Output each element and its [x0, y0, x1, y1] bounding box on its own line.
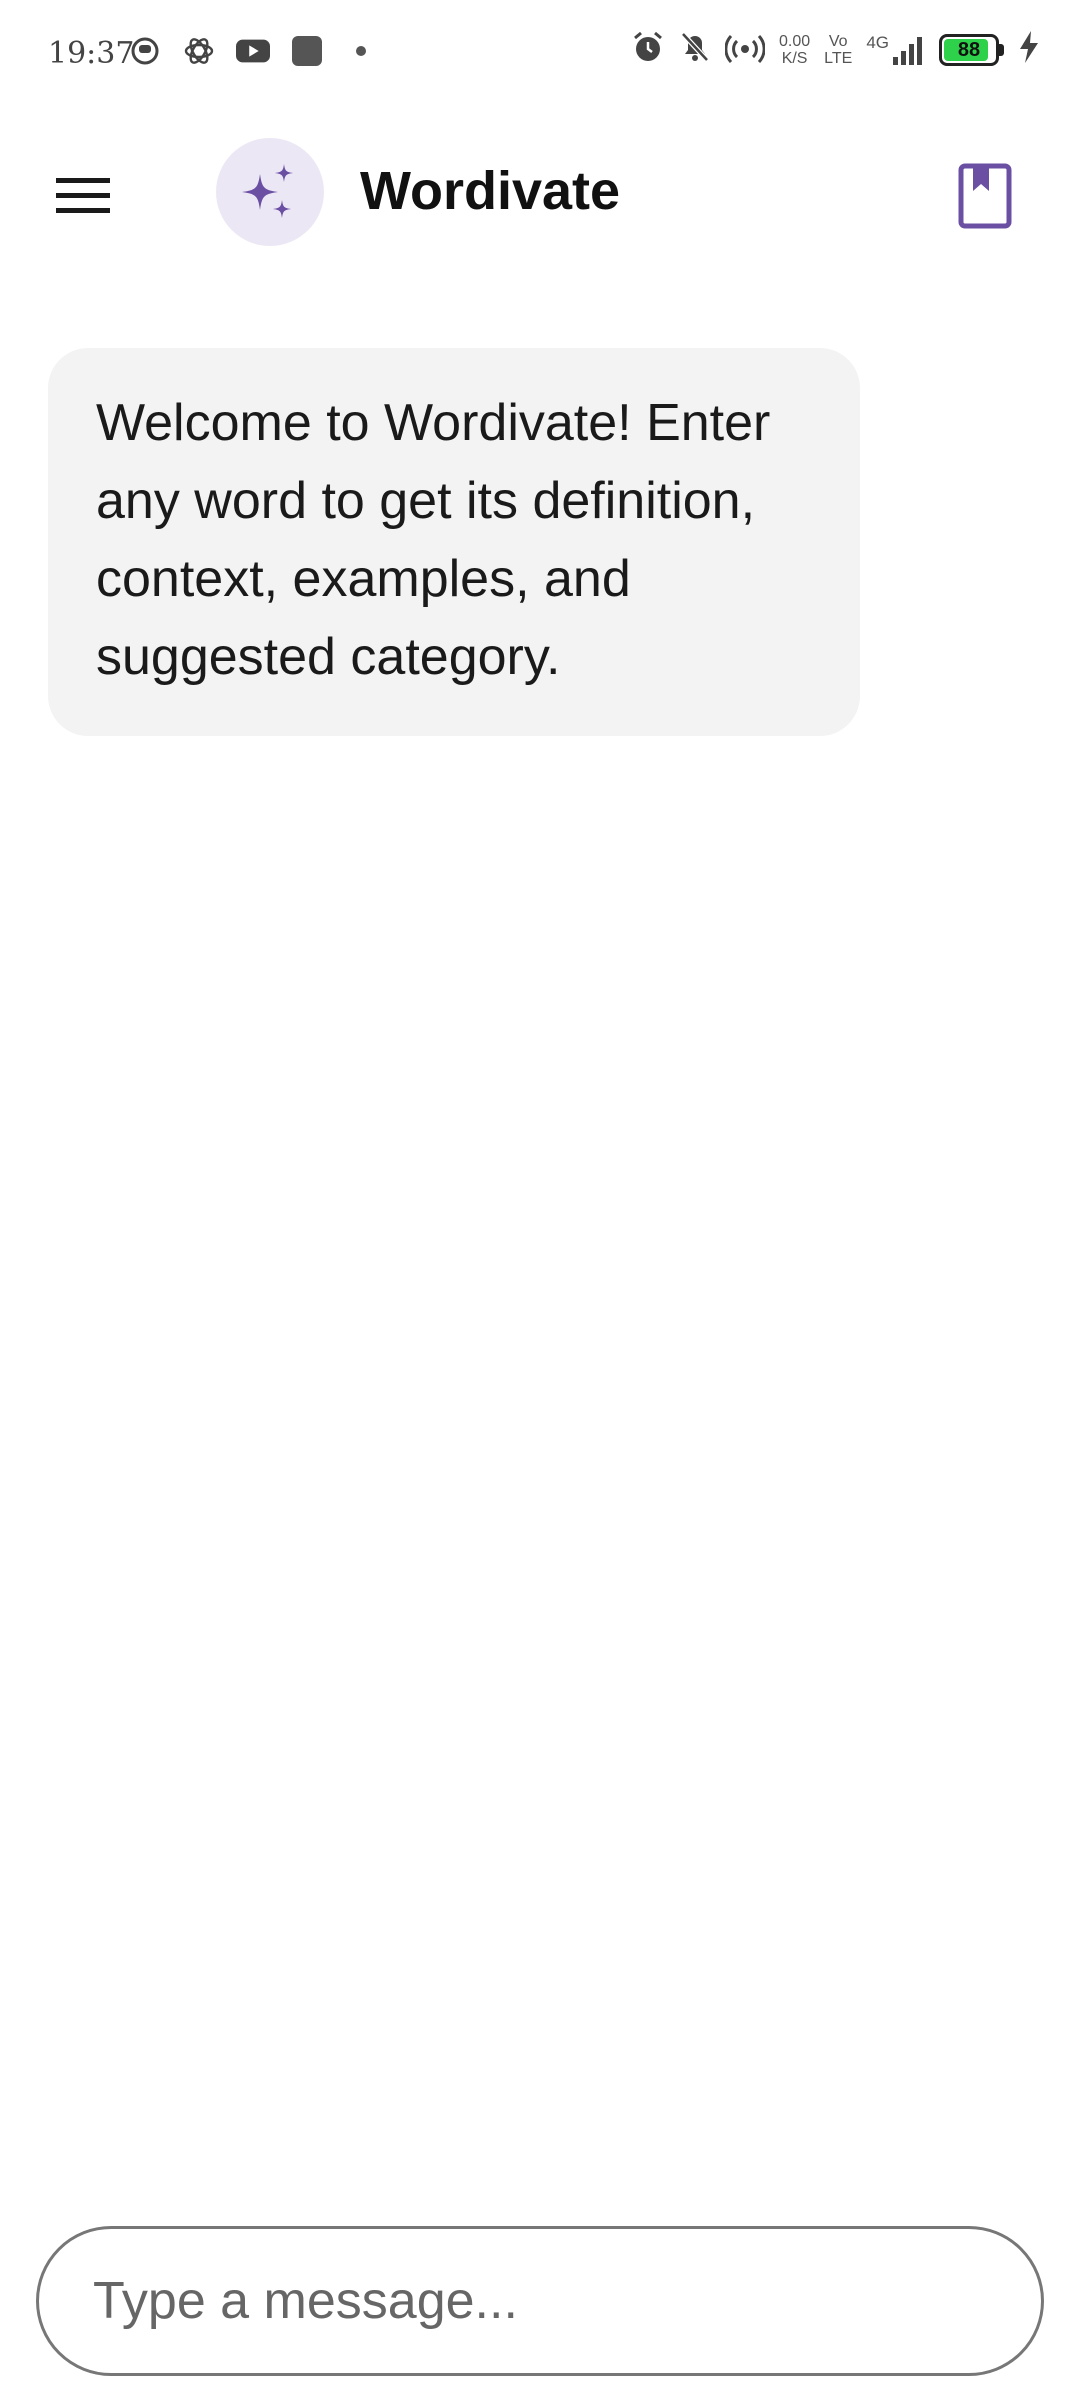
charging-icon — [1018, 31, 1040, 68]
app-avatar — [216, 138, 324, 246]
youtube-icon — [236, 34, 270, 68]
signal-icon — [893, 36, 922, 65]
menu-button[interactable] — [48, 160, 120, 232]
status-time: 19:37 — [48, 36, 135, 71]
alarm-icon — [631, 30, 665, 69]
chatgpt-icon — [182, 34, 216, 68]
volte-bottom: LTE — [824, 49, 853, 67]
sparkle-icon — [242, 164, 293, 218]
dot-icon — [344, 34, 378, 68]
app-bar: Wordivate — [0, 108, 1080, 278]
notification-icons — [128, 34, 378, 68]
app-square-icon — [290, 34, 324, 68]
volte-indicator: Vo LTE — [824, 33, 852, 67]
system-status-icons: 0.00 K/S Vo LTE 4G 88 — [631, 30, 1040, 69]
battery-tip — [999, 43, 1004, 56]
battery: 88 — [939, 33, 1004, 66]
menu-icon — [56, 178, 110, 213]
bot-message-bubble: Welcome to Wordivate! Enter any word to … — [48, 348, 860, 736]
hotspot-icon — [724, 31, 766, 68]
network-type: 4G — [866, 32, 889, 52]
message-composer — [36, 2226, 1044, 2376]
message-input[interactable] — [91, 2270, 989, 2332]
net-speed-unit: K/S — [781, 49, 808, 67]
net-speed-value: 0.00 — [779, 32, 811, 50]
volte-top: Vo — [828, 32, 848, 50]
bookmark-book-icon — [958, 163, 1012, 229]
bot-message-text: Welcome to Wordivate! Enter any word to … — [96, 394, 771, 686]
network-speed: 0.00 K/S — [779, 33, 810, 67]
saved-words-button[interactable] — [950, 156, 1020, 236]
bell-off-icon — [679, 30, 711, 69]
status-bar: 19:37 0.00 K/S Vo LTE 4G 88 — [0, 0, 1080, 108]
app-notification-icon — [128, 34, 162, 68]
signal-indicator: 4G — [866, 32, 925, 65]
battery-body: 88 — [939, 33, 999, 66]
battery-level: 88 — [957, 38, 981, 61]
app-title: Wordivate — [360, 161, 621, 221]
